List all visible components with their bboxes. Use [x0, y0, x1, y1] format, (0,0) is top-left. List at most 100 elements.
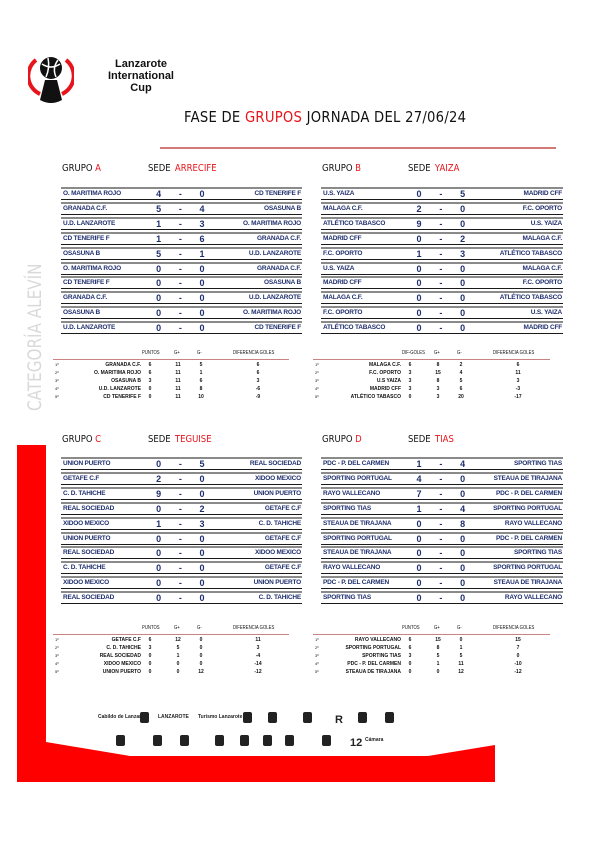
- standing-team: XIDOO MEXICO: [103, 661, 141, 667]
- standing-position: 2º: [55, 645, 59, 650]
- home-score: 0: [156, 578, 161, 589]
- sponsor-logo: Turismo Lanzarote: [198, 714, 243, 720]
- home-team: F.C. OPORTO: [323, 309, 363, 317]
- away-score: 5: [199, 459, 205, 469]
- home-team: GETAFE C.F: [63, 474, 100, 482]
- match-row: SPORTING TIAS 1 - 4 SPORTING PORTUGAL: [321, 501, 563, 515]
- away-score: 3: [460, 248, 465, 259]
- away-score: 0: [460, 203, 465, 214]
- match-row: RAYO VALLECANO 7 - 0 PDC - P. DEL CARMEN: [321, 486, 563, 500]
- score-separator: -: [178, 233, 182, 244]
- standing-position: 2º: [315, 645, 319, 650]
- standings-header: G-: [197, 625, 202, 631]
- group-label: GRUPO: [322, 434, 353, 445]
- venue-name: ARRECIFE: [174, 163, 217, 174]
- away-team: U.D. LANZAROTE: [248, 249, 301, 257]
- standing-value-a: 6: [408, 645, 412, 651]
- away-team: PDC - P. DEL CARMEN: [495, 489, 562, 497]
- standing-value-a: 3: [408, 370, 412, 376]
- standing-value-b: 1: [176, 653, 180, 659]
- standing-value-b: 1: [436, 661, 440, 667]
- title-divider: [160, 147, 556, 149]
- title-highlight: GRUPOS: [244, 108, 303, 126]
- sponsor-logo: [240, 735, 249, 746]
- score-separator: -: [439, 203, 443, 214]
- match-row: STEAUA DE TIRAJANA 0 - 8 RAYO VALLECANO: [321, 516, 563, 530]
- standing-value-b: 0: [176, 661, 180, 667]
- standing-team: OSASUNA B: [111, 378, 141, 384]
- home-score: 0: [156, 323, 161, 334]
- away-team: U.S. YAIZA: [530, 309, 562, 317]
- sponsor-logo: Cámara: [365, 737, 384, 743]
- away-team: STEAUA DE TIRAJANA: [493, 579, 563, 587]
- home-score: 0: [416, 533, 422, 544]
- page-title: FASE DE GRUPOS JORNADA DEL 27/06/24: [184, 108, 466, 126]
- match-row: OSASUNA B 5 - 1 U.D. LANZAROTE: [61, 246, 302, 260]
- group-label: GRUPO: [62, 163, 93, 174]
- standing-team: PDC - P. DEL CARMEN: [347, 661, 401, 667]
- away-team: U.D. LANZAROTE: [248, 294, 301, 302]
- away-score: 3: [199, 518, 205, 529]
- sponsor-logo: [268, 712, 277, 723]
- home-score: 0: [156, 503, 161, 514]
- match-row: CD TENERIFE F 0 - 0 OSASUNA B: [61, 276, 302, 290]
- home-team: O. MARITIMA ROJO: [63, 190, 121, 197]
- home-team: XIDOO MEXICO: [63, 519, 109, 527]
- home-team: SPORTING PORTUGAL: [323, 534, 392, 542]
- home-score: 5: [156, 203, 161, 214]
- standing-value-d: 6: [256, 370, 260, 376]
- standing-position: 5º: [315, 669, 319, 674]
- title-date: JORNADA DEL 27/06/24: [306, 108, 467, 126]
- brand-name: Lanzarote International Cup: [93, 58, 189, 94]
- away-team: UNION PUERTO: [253, 579, 302, 587]
- score-separator: -: [439, 218, 443, 229]
- away-score: 0: [460, 473, 465, 484]
- standing-value-d: -4: [255, 653, 261, 659]
- sponsor-logo: R: [335, 714, 343, 726]
- score-separator: -: [439, 278, 443, 289]
- standing-value-c: 0: [199, 661, 203, 667]
- standing-value-c: 10: [198, 394, 204, 400]
- venue: SEDE ARRECIFE: [148, 163, 217, 174]
- standing-value-c: 0: [459, 637, 463, 643]
- away-score: 0: [460, 548, 465, 559]
- away-team: O. MARITIMA ROJO: [243, 219, 301, 227]
- standing-value-b: 5: [176, 645, 180, 651]
- brand-logo: [26, 52, 76, 108]
- match-row: UNION PUERTO 0 - 5 REAL SOCIEDAD: [61, 457, 302, 470]
- home-score: 0: [416, 578, 422, 589]
- standing-position: 1º: [315, 637, 319, 642]
- standing-position: 4º: [315, 386, 319, 391]
- home-score: 1: [416, 459, 422, 469]
- away-team: PDC - P. DEL CARMEN: [495, 534, 562, 542]
- standing-team: ATLÉTICO TABASCO: [350, 394, 401, 400]
- home-team: ATLÉTICO TABASCO: [323, 324, 386, 332]
- standings-header: G+: [434, 625, 440, 631]
- away-score: 2: [460, 233, 465, 244]
- standing-value-d: -3: [515, 386, 521, 392]
- away-score: 0: [199, 593, 205, 604]
- away-team: XIDOO MEXICO: [255, 549, 301, 557]
- home-score: 0: [416, 278, 422, 289]
- standing-team: O. MARITIMA ROJO: [93, 370, 141, 376]
- standing-value-c: 1: [199, 370, 203, 376]
- standing-value-a: 0: [408, 661, 412, 667]
- group-header: GRUPO C: [62, 434, 101, 445]
- home-team: GRANADA C.F.: [63, 204, 107, 212]
- score-separator: -: [178, 218, 182, 229]
- venue-label: SEDE: [148, 163, 171, 174]
- home-score: 0: [156, 459, 161, 469]
- sponsor-logo: [243, 712, 252, 723]
- away-score: 0: [460, 488, 465, 499]
- match-row: U.D. LANZAROTE 0 - 0 CD TENERIFE F: [61, 321, 302, 335]
- match-row: ATLÉTICO TABASCO 0 - 0 MADRID CFF: [321, 321, 563, 335]
- standing-value-d: 7: [516, 645, 520, 651]
- brand-line-2: International: [107, 70, 174, 82]
- group-header: GRUPO A: [62, 163, 101, 174]
- match-row: GRANADA C.F. 5 - 4 OSASUNA B: [61, 201, 302, 215]
- score-separator: -: [178, 563, 182, 574]
- match-row: REAL SOCIEDAD 0 - 0 C. D. TAHICHE: [61, 591, 302, 605]
- sponsor-logo: LANZAROTE: [158, 714, 189, 720]
- venue-label: SEDE: [408, 163, 431, 174]
- brand-line-1: Lanzarote: [115, 58, 167, 70]
